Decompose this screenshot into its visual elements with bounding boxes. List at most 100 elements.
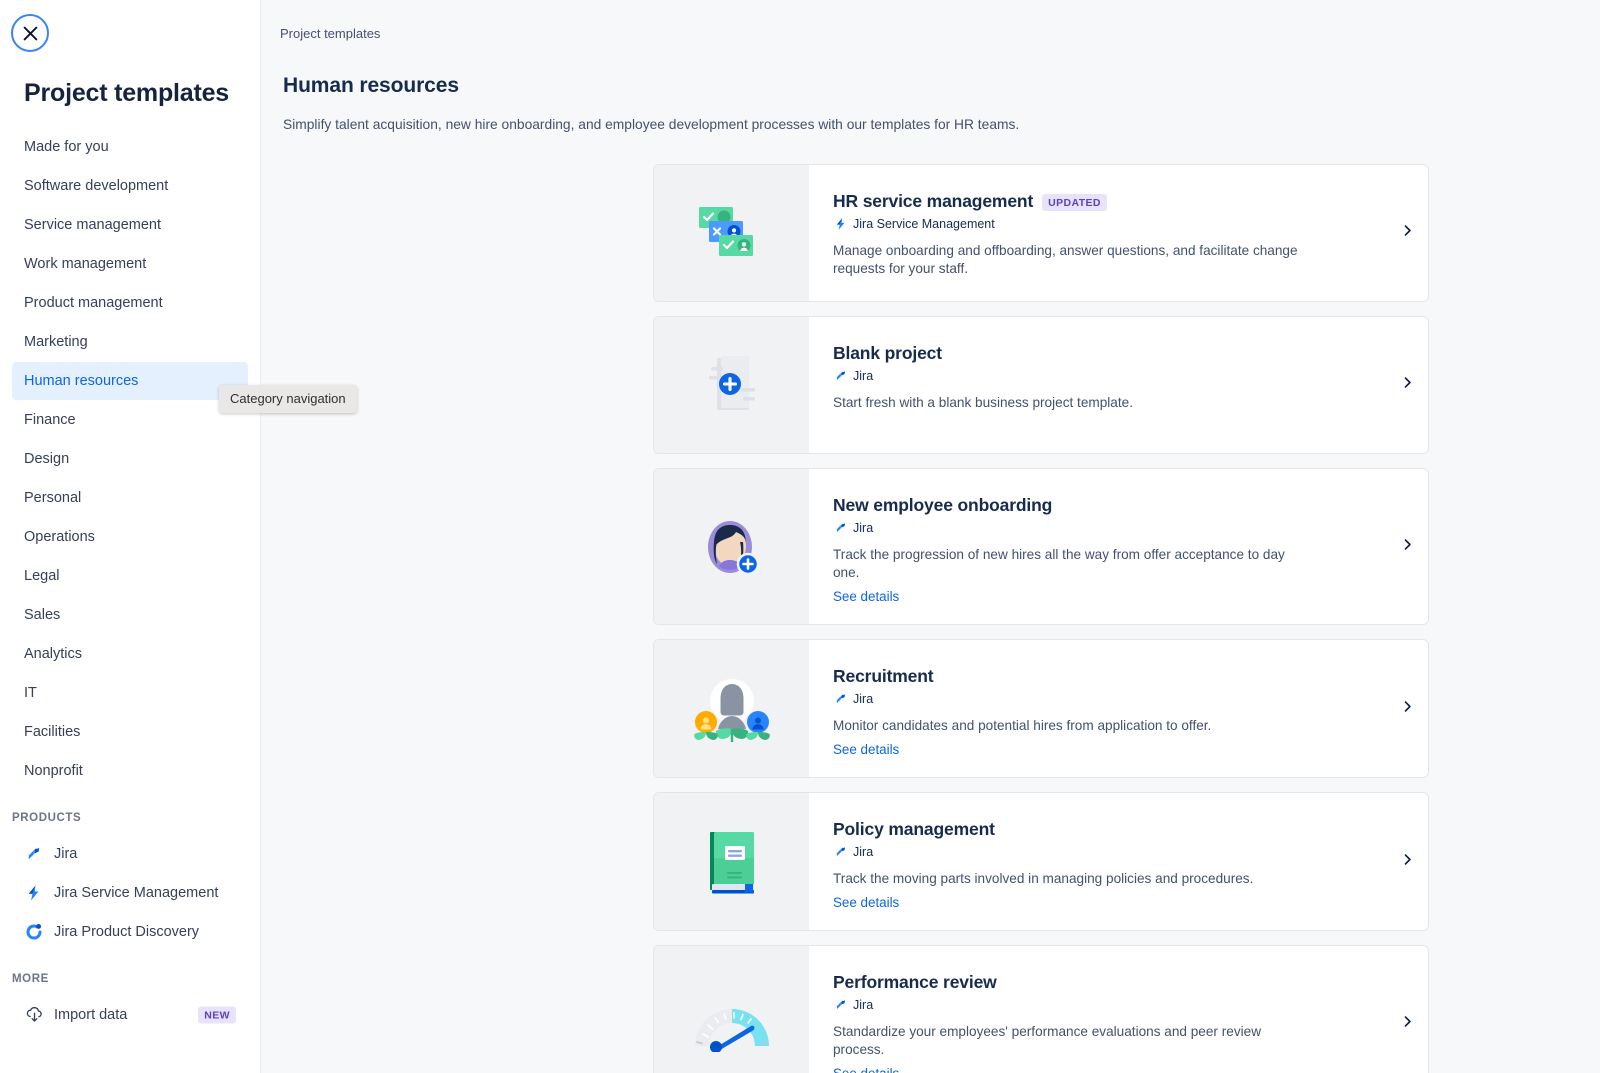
import-data-icon [24,1005,44,1025]
sidebar-item-import-data[interactable]: Import data NEW [12,995,248,1034]
gauge-art [654,946,809,1073]
template-card-recruitment[interactable]: Recruitment Jira Monitor candidates and … [653,639,1429,779]
sidebar-item-personal[interactable]: Personal [12,479,248,517]
close-icon [23,26,38,41]
sidebar-item-marketing[interactable]: Marketing [12,323,248,361]
sidebar-item-jira-product-discovery[interactable]: Jira Product Discovery [12,912,248,951]
template-product-label: Jira [853,844,874,859]
sidebar-item-label: Legal [24,568,60,584]
products-list: Jira Jira Service Management Jira Produc… [0,834,260,951]
breadcrumb[interactable]: Project templates [280,26,1600,41]
hr-service-cards-art [654,165,809,301]
template-card-policy-management[interactable]: Policy management Jira Track the moving … [653,792,1429,932]
sidebar-item-sales[interactable]: Sales [12,596,248,634]
green-book-art [654,793,809,931]
sidebar-item-label: Marketing [24,334,88,350]
sidebar-item-design[interactable]: Design [12,440,248,478]
sidebar-item-finance[interactable]: Finance [12,401,248,439]
chevron-right-icon[interactable] [1401,538,1414,556]
template-list: HR service management UPDATED Jira Servi… [653,164,1429,1073]
sidebar-item-label: Import data [54,1006,128,1023]
template-title: HR service management [833,191,1034,211]
template-description: Monitor candidates and potential hires f… [833,718,1212,734]
sidebar-item-label: Nonprofit [24,763,83,779]
template-product: Jira [833,997,1410,1012]
sidebar-item-human-resources[interactable]: Human resources [12,362,248,400]
sidebar-item-jira[interactable]: Jira [12,834,248,873]
sidebar-item-analytics[interactable]: Analytics [12,635,248,673]
project-templates-modal: Project templates Made for you Software … [0,0,1600,1073]
close-button[interactable] [11,14,49,52]
sidebar-item-facilities[interactable]: Facilities [12,713,248,751]
new-badge: NEW [198,1006,236,1023]
jira-service-management-icon [24,883,44,903]
see-details-link[interactable]: See details [833,895,899,910]
chevron-right-icon[interactable] [1401,853,1414,871]
jira-icon [833,368,848,383]
chevron-right-icon[interactable] [1401,700,1414,718]
sidebar-item-operations[interactable]: Operations [12,518,248,556]
template-card-hr-service-management[interactable]: HR service management UPDATED Jira Servi… [653,164,1429,302]
template-title: Blank project [833,343,942,363]
sidebar-item-label: Sales [24,607,61,623]
sidebar-item-label: Software development [24,178,169,194]
jira-icon [833,997,848,1012]
sidebar-item-work-management[interactable]: Work management [12,245,248,283]
see-details-link[interactable]: See details [833,589,899,604]
chevron-right-icon[interactable] [1401,1015,1414,1033]
sidebar-item-software-development[interactable]: Software development [12,167,248,205]
jira-icon [24,844,44,864]
blank-document-art [654,317,809,453]
template-description: Manage onboarding and offboarding, answe… [833,243,1298,277]
sidebar-item-service-management[interactable]: Service management [12,206,248,244]
sidebar-item-label: Jira [54,845,78,862]
more-section-label: MORE [12,973,49,985]
template-product-label: Jira [853,691,874,706]
template-card-new-employee-onboarding[interactable]: New employee onboarding Jira Track the p… [653,468,1429,626]
sidebar-item-legal[interactable]: Legal [12,557,248,595]
avatar-plus-art [654,469,809,625]
jira-product-discovery-icon [24,922,44,942]
sidebar-item-label: Design [24,451,70,467]
template-product: Jira [833,844,1410,859]
products-section-label: PRODUCTS [12,812,82,824]
sidebar-item-label: Human resources [24,373,139,389]
template-product-label: Jira [853,368,874,383]
chevron-right-icon[interactable] [1401,224,1414,242]
template-description: Start fresh with a blank business projec… [833,395,1133,410]
sidebar-item-jira-service-management[interactable]: Jira Service Management [12,873,248,912]
sidebar-item-it[interactable]: IT [12,674,248,712]
sidebar-item-nonprofit[interactable]: Nonprofit [12,752,248,790]
chevron-right-icon[interactable] [1401,376,1414,394]
template-card-body: Blank project Jira Start fresh with a bl… [809,317,1428,453]
see-details-link[interactable]: See details [833,1066,899,1073]
template-card-performance-review[interactable]: Performance review Jira Standardize your… [653,945,1429,1073]
sidebar-item-label: Finance [24,412,76,428]
template-title: New employee onboarding [833,495,1053,515]
see-details-link[interactable]: See details [833,742,899,757]
template-card-body: Recruitment Jira Monitor candidates and … [809,640,1428,777]
template-description: Track the progression of new hires all t… [833,547,1285,581]
sidebar-item-product-management[interactable]: Product management [12,284,248,322]
category-navigation: Made for you Software development Servic… [0,128,260,790]
template-product-label: Jira [853,997,874,1012]
sidebar: Project templates Made for you Software … [0,0,261,1073]
template-title: Recruitment [833,666,934,687]
template-description: Standardize your employees' performance … [833,1024,1262,1058]
jira-service-management-icon [833,216,848,231]
page-description: Simplify talent acquisition, new hire on… [283,117,1020,132]
template-card-body: HR service management UPDATED Jira Servi… [809,165,1428,301]
template-description: Track the moving parts involved in manag… [833,871,1254,887]
main-content: Project templates Human resources Simpli… [261,0,1600,1073]
sidebar-item-label: IT [24,685,37,701]
template-card-blank-project[interactable]: Blank project Jira Start fresh with a bl… [653,316,1429,454]
jira-icon [833,844,848,859]
template-product: Jira [833,368,1410,383]
template-card-body: New employee onboarding Jira Track the p… [809,469,1428,624]
template-product: Jira Service Management [833,216,1410,231]
sidebar-item-label: Work management [24,256,147,272]
sidebar-item-label: Analytics [24,646,83,662]
updated-badge: UPDATED [1042,194,1107,211]
sidebar-item-label: Jira Service Management [54,884,219,901]
sidebar-item-made-for-you[interactable]: Made for you [12,128,248,166]
